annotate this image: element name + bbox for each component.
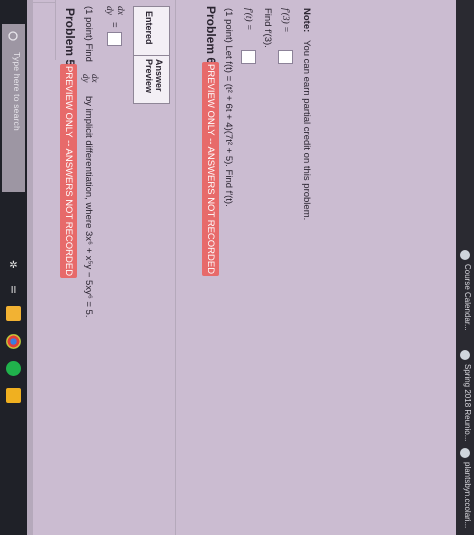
problem-6-prompt: (1 point) Let f(t) = (t² + 6t + 4)(7t² +… <box>223 8 234 207</box>
problem-6-title: Problem 6. <box>204 6 218 68</box>
problem-6-find2: Find f′(3). <box>262 8 273 48</box>
problem-5-answer-den: dx <box>115 6 125 15</box>
spotify-icon[interactable] <box>6 361 21 376</box>
problem-5-preview-badge: PREVIEW ONLY -- ANSWERS NOT RECORDED <box>60 64 77 279</box>
grid-divider <box>27 2 55 3</box>
grid-divider <box>55 0 56 60</box>
problem-5-preview-table: Entered Answer Preview <box>133 6 170 104</box>
bookmark-icon <box>460 350 470 360</box>
chrome-icon[interactable] <box>6 334 21 349</box>
bookmark-icon <box>460 448 470 458</box>
problem-5-answer-num: dy <box>104 6 114 15</box>
task-view-clock[interactable]: II <box>6 283 21 298</box>
search-icon <box>8 31 18 41</box>
webwork-page: Problem 5. PREVIEW ONLY -- ANSWERS NOT R… <box>27 0 456 535</box>
bookmark-icon <box>460 250 470 260</box>
problem-6-answer1-input[interactable] <box>241 50 256 64</box>
preview-header-entered: Entered <box>144 11 154 45</box>
problem-5-answer-equals: = <box>109 22 120 28</box>
taskbar-search-placeholder: Type here to search <box>12 52 22 131</box>
problem-6-answer1-label: f′(t) = <box>243 8 253 31</box>
problem-6-preview-badge: PREVIEW ONLY -- ANSWERS NOT RECORDED <box>202 62 219 277</box>
problem-5-fraction-den: dx <box>90 74 100 83</box>
problem-5-title: Problem 5. <box>63 8 77 70</box>
bookmark-item[interactable]: plantsbyn.ccolari... <box>458 462 472 535</box>
problem-6-answer2-label: f′(3) = <box>280 8 290 33</box>
app-icon[interactable] <box>6 388 21 403</box>
file-explorer-icon[interactable] <box>6 306 21 321</box>
problem-separator <box>175 0 176 535</box>
settings-icon[interactable]: ✲ <box>6 258 21 273</box>
bookmarks-bar: Course Calendar... Spring 2018 Reunio...… <box>456 0 474 535</box>
problem-6-note-text: You can earn partial credit on this prob… <box>301 40 312 221</box>
problem-5-answer-input[interactable] <box>107 32 122 46</box>
preview-divider <box>134 55 169 56</box>
problem-6-note-label: Note: <box>301 8 312 33</box>
page-edge <box>27 0 33 535</box>
problem-6-answer2-input[interactable] <box>278 50 293 64</box>
problem-5-prompt-prefix: (1 point) Find <box>83 6 94 62</box>
bookmark-item[interactable]: Course Calendar... <box>458 264 472 344</box>
problem-5-prompt-suffix: by implicit differentiation, where 3x⁶ +… <box>83 96 94 318</box>
preview-header-answer-preview: Answer Preview <box>144 59 164 94</box>
bookmark-item[interactable]: Spring 2018 Reunio... <box>458 364 472 444</box>
taskbar: Type here to search ✲ II <box>0 0 27 535</box>
